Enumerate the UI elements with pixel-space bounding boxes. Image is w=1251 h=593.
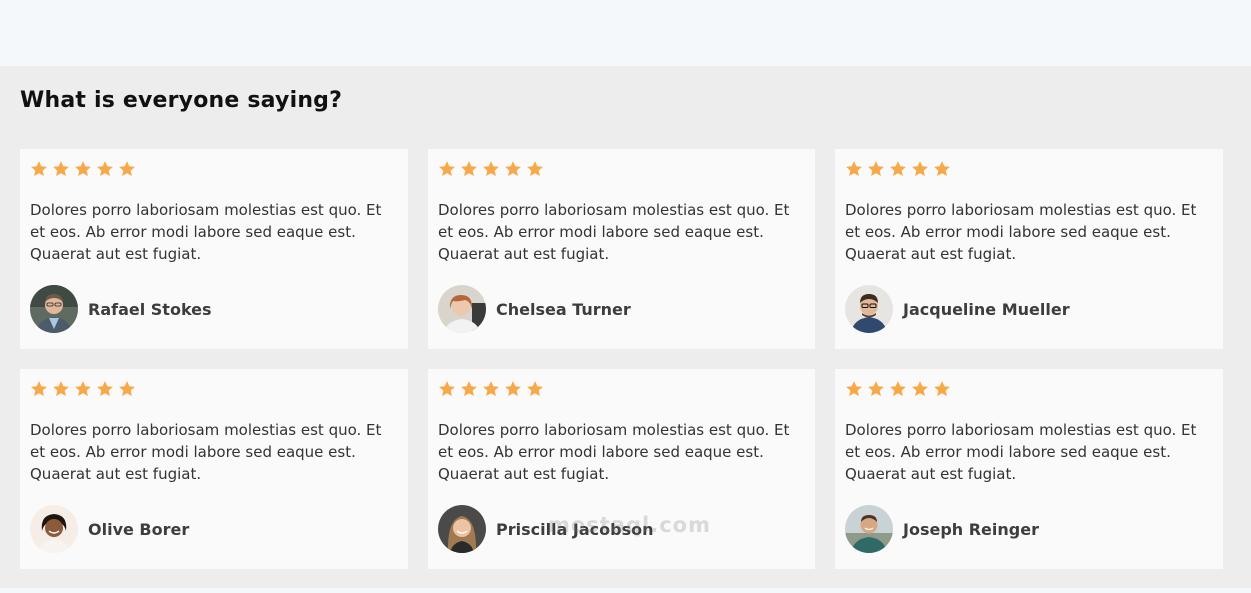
star-rating (845, 379, 1213, 399)
testimonial-card: Dolores porro laboriosam molestias est q… (428, 369, 815, 569)
star-icon (97, 161, 113, 177)
testimonial-quote: Dolores porro laboriosam molestias est q… (845, 201, 1197, 263)
author-name: Chelsea Turner (496, 299, 631, 319)
avatar-woman-smiling-icon (30, 505, 78, 553)
watermark: mostaql.com (548, 513, 711, 537)
testimonial-card: Dolores porro laboriosam molestias est q… (835, 369, 1223, 569)
testimonials-section: What is everyone saying? Dolores porro l… (0, 66, 1251, 588)
star-rating (30, 379, 398, 399)
testimonial-quote: Dolores porro laboriosam molestias est q… (30, 201, 382, 263)
star-icon (846, 381, 862, 397)
star-icon (483, 381, 499, 397)
star-icon (461, 161, 477, 177)
testimonial-author: Chelsea Turner (438, 285, 631, 333)
star-icon (31, 381, 47, 397)
star-icon (97, 381, 113, 397)
testimonial-quote: Dolores porro laboriosam molestias est q… (438, 201, 790, 263)
star-icon (505, 381, 521, 397)
testimonial-quote: Dolores porro laboriosam molestias est q… (30, 421, 382, 483)
testimonial-author: Joseph Reinger (845, 505, 1039, 553)
star-icon (527, 381, 543, 397)
star-icon (53, 381, 69, 397)
star-icon (505, 161, 521, 177)
author-name: Rafael Stokes (88, 299, 212, 319)
star-icon (439, 161, 455, 177)
star-icon (53, 161, 69, 177)
star-icon (461, 381, 477, 397)
author-name: Olive Borer (88, 519, 190, 539)
bottom-band (0, 588, 1251, 593)
star-icon (75, 161, 91, 177)
star-icon (527, 161, 543, 177)
star-icon (119, 381, 135, 397)
star-rating (438, 379, 805, 399)
star-icon (846, 161, 862, 177)
star-icon (868, 381, 884, 397)
testimonial-card: Dolores porro laboriosam molestias est q… (20, 369, 408, 569)
star-icon (119, 161, 135, 177)
author-name: Joseph Reinger (903, 519, 1039, 539)
star-icon (868, 161, 884, 177)
testimonial-card: Dolores porro laboriosam molestias est q… (428, 149, 815, 349)
star-icon (483, 161, 499, 177)
star-icon (934, 381, 950, 397)
author-name: Jacqueline Mueller (903, 299, 1070, 319)
star-icon (439, 381, 455, 397)
testimonials-grid: Dolores porro laboriosam molestias est q… (20, 149, 1223, 569)
avatar-woman-long-hair-icon (438, 505, 486, 553)
star-rating (30, 159, 398, 179)
avatar-woman-short-hair-icon (438, 285, 486, 333)
section-title: What is everyone saying? (20, 88, 343, 113)
star-icon (912, 381, 928, 397)
star-icon (31, 161, 47, 177)
testimonial-author: Rafael Stokes (30, 285, 212, 333)
testimonial-card: Dolores porro laboriosam molestias est q… (835, 149, 1223, 349)
star-icon (890, 381, 906, 397)
testimonial-author: Jacqueline Mueller (845, 285, 1070, 333)
avatar-man-glasses-icon (845, 285, 893, 333)
star-icon (890, 161, 906, 177)
top-band (0, 0, 1251, 66)
avatar-man-outdoor-icon (845, 505, 893, 553)
star-icon (934, 161, 950, 177)
testimonial-quote: Dolores porro laboriosam molestias est q… (845, 421, 1197, 483)
avatar-man-suit-icon (30, 285, 78, 333)
testimonial-card: Dolores porro laboriosam molestias est q… (20, 149, 408, 349)
testimonial-author: Olive Borer (30, 505, 189, 553)
star-icon (75, 381, 91, 397)
star-rating (845, 159, 1213, 179)
star-rating (438, 159, 805, 179)
star-icon (912, 161, 928, 177)
testimonial-quote: Dolores porro laboriosam molestias est q… (438, 421, 790, 483)
